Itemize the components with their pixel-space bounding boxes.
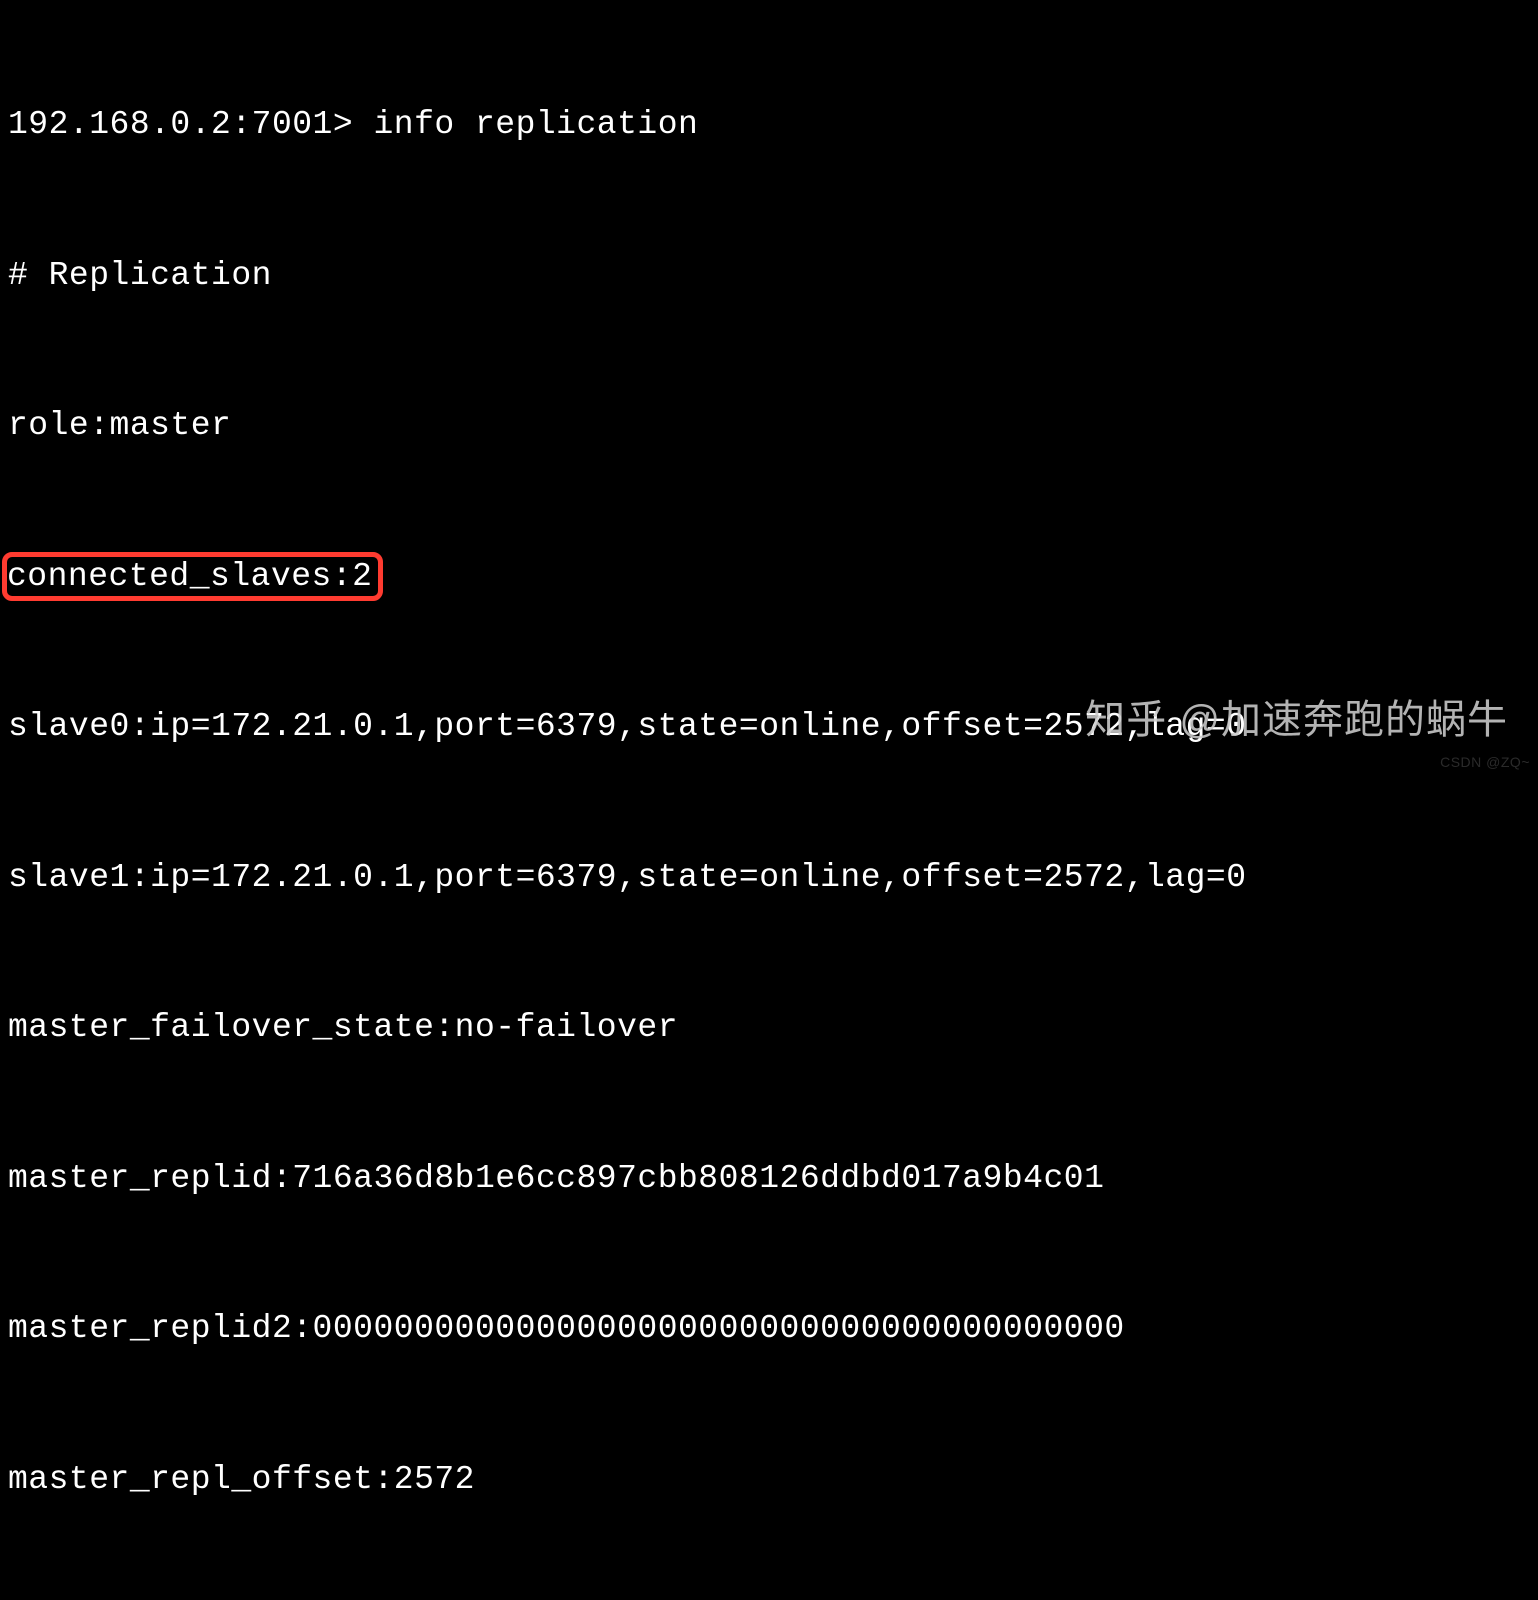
- replid2-line: master_replid2:0000000000000000000000000…: [8, 1304, 1530, 1354]
- terminal-window[interactable]: 192.168.0.2:7001> info replication # Rep…: [0, 0, 1538, 1600]
- failover-line: master_failover_state:no-failover: [8, 1003, 1530, 1053]
- zhihu-watermark: 知乎 @加速奔跑的蜗牛: [1085, 687, 1508, 745]
- role-line: role:master: [8, 401, 1530, 451]
- prompt-line: 192.168.0.2:7001> info replication: [8, 100, 1530, 150]
- slave1-line: slave1:ip=172.21.0.1,port=6379,state=onl…: [8, 853, 1530, 903]
- connected-slaves-highlight: connected_slaves:2: [2, 552, 383, 602]
- repl-offset-line: master_repl_offset:2572: [8, 1455, 1530, 1505]
- csdn-watermark: CSDN @ZQ~: [1440, 754, 1530, 770]
- replid-line: master_replid:716a36d8b1e6cc897cbb808126…: [8, 1154, 1530, 1204]
- replication-header: # Replication: [8, 251, 1530, 301]
- connected-slaves-line: connected_slaves:2: [8, 552, 1530, 602]
